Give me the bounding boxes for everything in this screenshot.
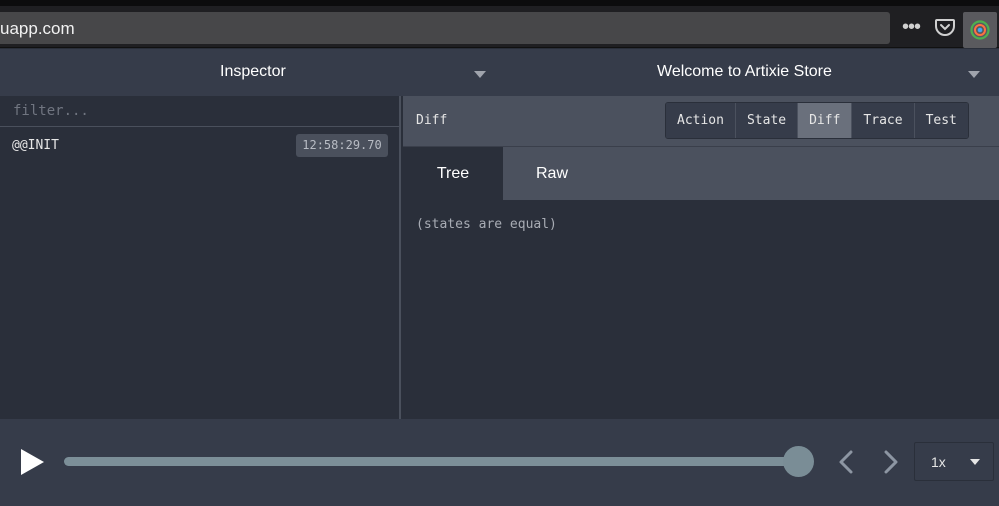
filter-input[interactable] xyxy=(0,96,399,127)
devtools-header: Inspector Welcome to Artixie Store xyxy=(0,49,999,96)
redux-devtools-button[interactable] xyxy=(963,12,997,48)
tab-action[interactable]: Action xyxy=(666,103,736,138)
chevron-down-icon[interactable] xyxy=(474,71,486,78)
action-list-item[interactable]: @@INIT 12:58:29.70 xyxy=(0,132,399,160)
pocket-icon[interactable] xyxy=(934,16,956,38)
subtab-raw[interactable]: Raw xyxy=(503,147,601,200)
store-title[interactable]: Welcome to Artixie Store xyxy=(657,63,832,81)
subtab-tree[interactable]: Tree xyxy=(403,147,503,200)
slider-thumb[interactable] xyxy=(782,446,814,477)
speed-select[interactable]: 1x xyxy=(914,442,994,481)
tab-diff[interactable]: Diff xyxy=(798,103,853,138)
play-icon[interactable] xyxy=(19,448,45,476)
diff-content: (states are equal) xyxy=(416,217,557,232)
tab-trace[interactable]: Trace xyxy=(852,103,915,138)
url-text: uapp.com xyxy=(0,19,75,38)
redux-devtools-icon xyxy=(970,20,990,40)
view-subtabs: Tree Raw xyxy=(403,147,999,200)
detail-tabs: Action State Diff Trace Test xyxy=(665,102,969,139)
action-detail-pane: Diff Action State Diff Trace Test Tree R… xyxy=(403,96,999,419)
action-timestamp: 12:58:29.70 xyxy=(296,134,388,157)
url-field[interactable]: uapp.com xyxy=(0,12,890,44)
slider-track[interactable] xyxy=(64,457,798,466)
chevron-right-icon[interactable] xyxy=(881,449,901,475)
dots-icon[interactable]: ••• xyxy=(898,16,924,38)
action-list-pane: @@INIT 12:58:29.70 xyxy=(0,96,401,419)
chevron-down-icon xyxy=(970,459,980,465)
chevron-left-icon[interactable] xyxy=(836,449,856,475)
chevron-down-icon[interactable] xyxy=(968,71,980,78)
speed-value: 1x xyxy=(931,454,946,470)
detail-title: Diff xyxy=(416,113,448,128)
slider-monitor: 1x xyxy=(0,419,999,506)
monitor-title[interactable]: Inspector xyxy=(220,63,286,81)
tab-test[interactable]: Test xyxy=(914,103,968,138)
detail-toolbar: Diff Action State Diff Trace Test xyxy=(403,96,999,147)
browser-toolbar: uapp.com ••• xyxy=(0,6,999,48)
action-name: @@INIT xyxy=(12,138,59,153)
tab-state[interactable]: State xyxy=(735,103,799,138)
